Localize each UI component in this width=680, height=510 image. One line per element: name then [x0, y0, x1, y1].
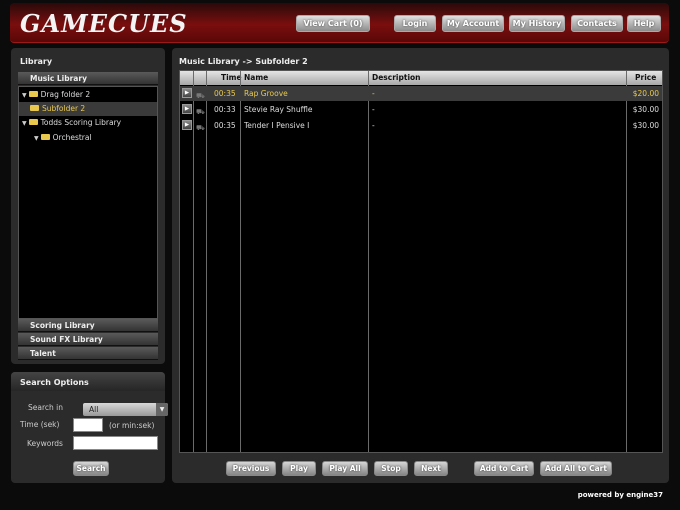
chevron-down-icon[interactable]: ▼ [156, 403, 168, 416]
tree-item-subfolder-2[interactable]: Subfolder 2 [19, 102, 157, 116]
tree-item-label: Subfolder 2 [42, 104, 86, 113]
tree-item-drag-folder-2[interactable]: ▼ Drag folder 2 [22, 88, 90, 102]
table-row[interactable]: ▶ ⛟ 00:33 Stevie Ray Shuffle - $30.00 [180, 102, 662, 117]
track-price: $20.00 [632, 89, 659, 98]
help-button[interactable]: Help [627, 15, 661, 32]
column-time[interactable]: Time [221, 71, 242, 85]
time-input[interactable] [73, 418, 103, 432]
expand-arrow-icon[interactable]: ▼ [34, 132, 39, 146]
contacts-button[interactable]: Contacts [571, 15, 623, 32]
track-name: Tender I Pensive I [244, 121, 310, 130]
tree-item-orchestral[interactable]: ▼ Orchestral [34, 131, 92, 145]
track-price: $30.00 [632, 121, 659, 130]
search-in-value: All [89, 405, 99, 414]
previous-button[interactable]: Previous [226, 461, 276, 476]
folder-icon [28, 119, 38, 125]
search-in-select[interactable]: All ▼ [83, 403, 168, 416]
powered-by-text: powered by engine37 [577, 491, 663, 499]
column-description[interactable]: Description [372, 71, 421, 85]
header-bar: GAMECUES View Cart (0) Login My Account … [10, 3, 669, 43]
tree-item-label: Orchestral [52, 133, 92, 142]
stop-button[interactable]: Stop [374, 461, 408, 476]
track-table: Time Name Description Price ▶ ⛟ 00:35 Ra… [179, 70, 663, 453]
expand-arrow-icon[interactable]: ▼ [22, 89, 27, 103]
play-button[interactable]: Play [282, 461, 316, 476]
column-name[interactable]: Name [244, 71, 268, 85]
search-button[interactable]: Search [73, 461, 109, 476]
table-row[interactable]: ▶ ⛟ 00:35 Tender I Pensive I - $30.00 [180, 118, 662, 133]
track-description: - [372, 121, 375, 130]
view-cart-button[interactable]: View Cart (0) [296, 15, 370, 32]
time-hint: (or min:sek) [109, 421, 155, 430]
scoring-library-header[interactable]: Scoring Library [18, 319, 158, 332]
track-time: 00:35 [214, 121, 236, 130]
tree-item-label: Todds Scoring Library [40, 118, 122, 127]
library-title: Library [20, 57, 53, 66]
folder-tree: ▼ Drag folder 2 Subfolder 2 ▼ Todds Scorin… [18, 86, 158, 319]
my-history-button[interactable]: My History [509, 15, 565, 32]
keywords-label: Keywords [27, 439, 63, 448]
folder-icon [28, 91, 38, 97]
tree-item-label: Drag folder 2 [40, 90, 91, 99]
play-all-button[interactable]: Play All [322, 461, 368, 476]
add-to-cart-button[interactable]: Add to Cart [474, 461, 534, 476]
library-panel: Library Music Library ▼ Drag folder 2 Sub… [11, 48, 165, 364]
track-time: 00:33 [214, 105, 236, 114]
track-price: $30.00 [632, 105, 659, 114]
folder-icon [30, 105, 39, 111]
folder-icon [40, 134, 50, 140]
track-name: Stevie Ray Shuffle [244, 105, 313, 114]
track-time: 00:35 [214, 89, 236, 98]
table-row[interactable]: ▶ ⛟ 00:35 Rap Groove - $20.00 [180, 86, 662, 101]
search-options-title: Search Options [20, 378, 89, 387]
table-header: Time Name Description Price [180, 71, 662, 85]
track-description: - [372, 105, 375, 114]
music-library-header[interactable]: Music Library [18, 72, 158, 85]
track-name: Rap Groove [244, 89, 288, 98]
talent-header[interactable]: Talent [18, 347, 158, 360]
next-button[interactable]: Next [414, 461, 448, 476]
time-label: Time (sek) [20, 420, 60, 429]
main-panel: Music Library -> Subfolder 2 Time Name D… [172, 48, 669, 483]
search-panel: Search Options Search in All ▼ Time (sek… [11, 372, 168, 483]
gamecues-logo[interactable]: GAMECUES [20, 9, 188, 38]
tree-item-todds-scoring-library[interactable]: ▼ Todds Scoring Library [22, 116, 121, 130]
breadcrumb: Music Library -> Subfolder 2 [179, 57, 308, 66]
play-icon[interactable]: ▶ [182, 104, 192, 114]
add-all-to-cart-button[interactable]: Add All to Cart [540, 461, 612, 476]
play-icon[interactable]: ▶ [182, 88, 192, 98]
sound-fx-library-header[interactable]: Sound FX Library [18, 333, 158, 346]
cart-icon[interactable]: ⛟ [196, 121, 205, 136]
track-description: - [372, 89, 375, 98]
expand-arrow-icon[interactable]: ▼ [22, 117, 27, 131]
search-in-label: Search in [28, 403, 63, 412]
column-price[interactable]: Price [635, 71, 656, 85]
login-button[interactable]: Login [394, 15, 436, 32]
my-account-button[interactable]: My Account [442, 15, 504, 32]
keywords-input[interactable] [73, 436, 158, 450]
play-icon[interactable]: ▶ [182, 120, 192, 130]
